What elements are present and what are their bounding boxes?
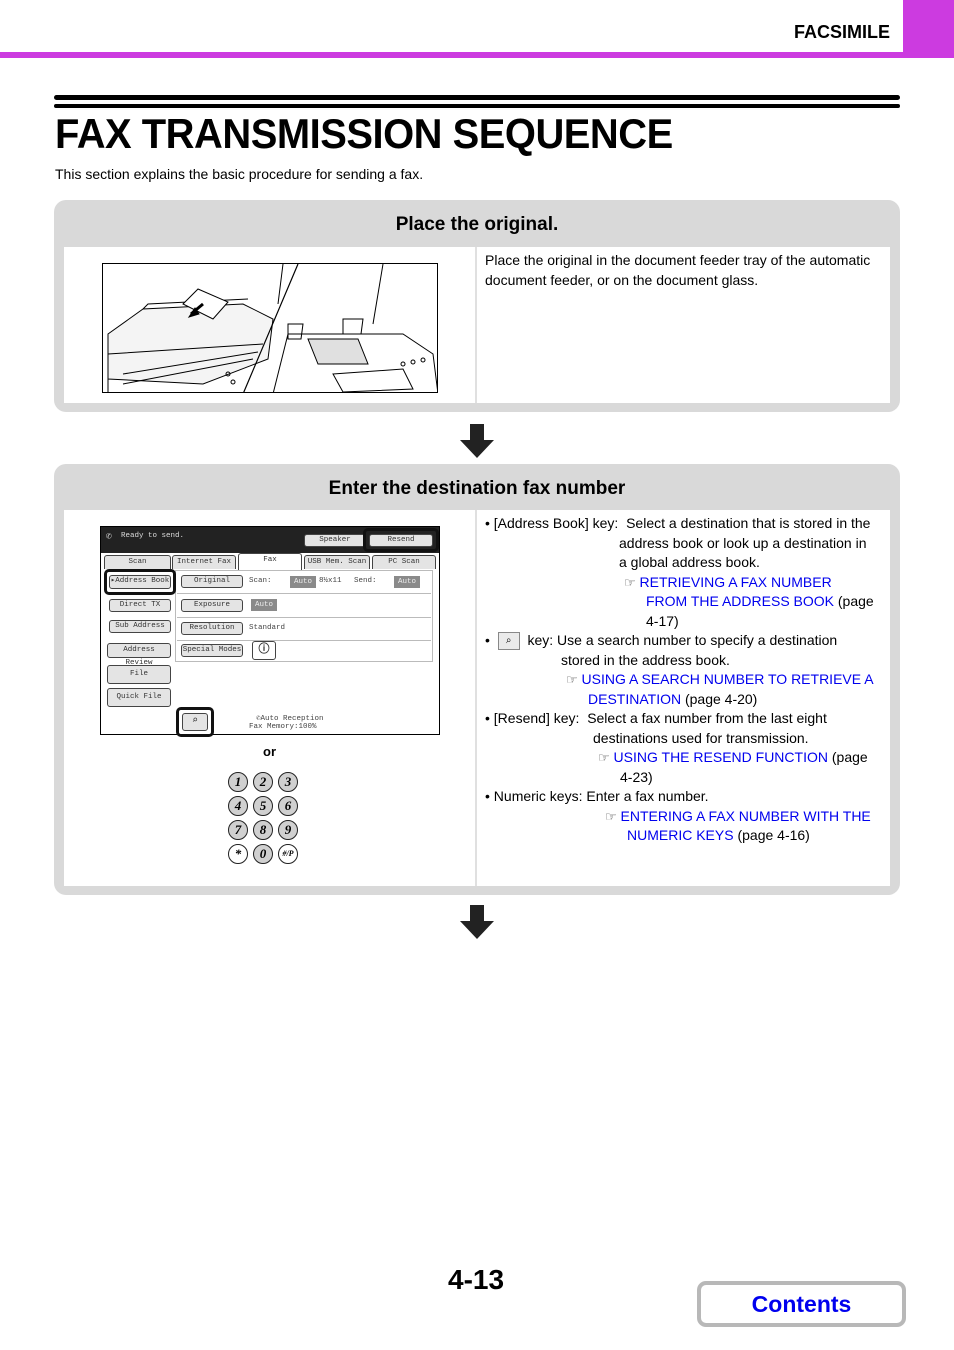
mode-tabs: Scan Internet Fax Fax USB Mem. Scan PC S… <box>101 553 439 570</box>
manual-page: FACSIMILE FAX TRANSMISSION SEQUENCE This… <box>0 0 954 1350</box>
tab-scan[interactable]: Scan <box>104 555 171 569</box>
bullet-key: [Address Book] key: <box>493 515 619 531</box>
original-button[interactable]: Original <box>181 575 243 588</box>
section-label: FACSIMILE <box>793 22 890 42</box>
tab-fax[interactable]: Fax <box>238 553 302 570</box>
fax-touch-panel: ✆ Ready to send. Speaker Resend Scan Int… <box>100 526 440 737</box>
intro-text: This section explains the basic procedur… <box>55 166 424 182</box>
sub-address-button[interactable]: Sub Address <box>109 620 171 633</box>
step-description-text: Place the original in the document feede… <box>485 252 871 288</box>
key-7[interactable]: 7 <box>228 820 248 840</box>
resolution-button[interactable]: Resolution <box>181 622 243 635</box>
step-illustration-cell: ✆ Ready to send. Speaker Resend Scan Int… <box>64 510 477 886</box>
send-label: Send: <box>354 577 377 585</box>
header-tab <box>903 0 954 58</box>
exposure-value: Auto <box>251 599 277 611</box>
step-enter-destination: Enter the destination fax number ✆ Ready… <box>54 464 900 895</box>
step-description: • [Address Book] key: Select a destinati… <box>477 510 890 886</box>
reference-hand-icon: ☞ <box>605 808 617 824</box>
panel-status: Ready to send. <box>121 532 185 540</box>
resolution-value: Standard <box>249 624 286 632</box>
search-key-highlight <box>176 707 214 737</box>
down-arrow-icon <box>460 424 494 458</box>
bullet-key: key: <box>527 632 554 648</box>
bullet-resend: • [Resend] key: Select a fax number from… <box>485 709 882 787</box>
step-title: Enter the destination fax number <box>328 478 626 499</box>
key-asterisk[interactable]: * <box>228 844 248 864</box>
key-9[interactable]: 9 <box>278 820 298 840</box>
auto-reception: ✆Auto Reception <box>256 715 324 723</box>
scan-label: Scan: <box>249 577 272 585</box>
page-title: FAX TRANSMISSION SEQUENCE <box>55 110 673 157</box>
bullet-search-number: • ⌕ key: Use a search number to specify … <box>485 631 882 709</box>
bullet-key: Numeric keys: <box>493 788 583 804</box>
speaker-button[interactable]: Speaker <box>304 534 366 547</box>
divider <box>177 593 431 594</box>
title-rule-bottom <box>54 104 900 108</box>
step-body: ✆ Ready to send. Speaker Resend Scan Int… <box>64 510 890 886</box>
page-ref: (page 4-16) <box>737 827 810 843</box>
down-arrow-icon <box>460 905 494 939</box>
bullet-numeric-keys: • Numeric keys: Enter a fax number. ☞ EN… <box>485 787 882 846</box>
bullet-text: Select a destination that is stored in t… <box>619 515 871 570</box>
key-1[interactable]: 1 <box>228 772 248 792</box>
bullet-text: Use a search number to specify a destina… <box>557 632 838 668</box>
reference: ☞ USING A SEARCH NUMBER TO RETRIEVE A DE… <box>566 670 874 709</box>
address-book-highlight <box>104 569 176 595</box>
fax-memory: Fax Memory:100% <box>249 723 317 731</box>
info-icon[interactable]: ⓘ <box>252 641 276 660</box>
scan-value: Auto <box>290 576 316 588</box>
phone-icon: ✆ <box>106 532 113 543</box>
document-feeder-illustration <box>102 263 438 393</box>
bullet-text: Enter a fax number. <box>586 788 709 804</box>
page-number: 4-13 <box>448 1264 505 1295</box>
key-hash-pause[interactable]: #/P <box>278 844 298 864</box>
key-5[interactable]: 5 <box>253 796 273 816</box>
reference-hand-icon: ☞ <box>624 574 636 590</box>
bullet-address-book: • [Address Book] key: Select a destinati… <box>485 514 882 631</box>
reception-mode: Auto Reception <box>260 715 324 723</box>
key-4[interactable]: 4 <box>228 796 248 816</box>
reference-hand-icon: ☞ <box>598 750 610 765</box>
tab-internet-fax[interactable]: Internet Fax <box>172 555 236 569</box>
step-description: Place the original in the document feede… <box>477 247 890 403</box>
header-band <box>0 52 954 58</box>
key-6[interactable]: 6 <box>278 796 298 816</box>
exposure-button[interactable]: Exposure <box>181 599 243 612</box>
key-2[interactable]: 2 <box>253 772 273 792</box>
direct-tx-button[interactable]: Direct TX <box>109 599 171 612</box>
quick-file-button[interactable]: Quick File <box>107 688 171 707</box>
tab-usb-mem-scan[interactable]: USB Mem. Scan <box>304 555 370 569</box>
reference: ☞ USING THE RESEND FUNCTION (page 4-23) <box>598 748 874 787</box>
divider <box>177 617 431 618</box>
resend-highlight <box>363 528 439 552</box>
divider <box>177 640 431 641</box>
key-8[interactable]: 8 <box>253 820 273 840</box>
step-title: Place the original. <box>395 214 559 235</box>
special-modes-button[interactable]: Special Modes <box>181 644 243 657</box>
link-retrieving-address-book[interactable]: RETRIEVING A FAX NUMBER FROM THE ADDRESS… <box>640 574 834 610</box>
reference-hand-icon: ☞ <box>566 672 578 687</box>
page-ref: (page 4-20) <box>684 690 758 707</box>
address-review-button[interactable]: Address Review <box>107 643 171 667</box>
paper-size: 8½x11 <box>319 577 342 585</box>
key-3[interactable]: 3 <box>278 772 298 792</box>
step-place-original: Place the original. Place the original i… <box>54 200 900 412</box>
link-resend-function[interactable]: USING THE RESEND FUNCTION <box>614 749 828 765</box>
bullet-text: Select a fax number from the last eight … <box>587 710 827 746</box>
send-value: Auto <box>394 576 420 588</box>
file-button[interactable]: File <box>107 665 171 684</box>
step-body: Place the original in the document feede… <box>64 247 890 403</box>
contents-button[interactable]: Contents <box>697 1281 906 1327</box>
reference: ☞ RETRIEVING A FAX NUMBER FROM THE ADDRE… <box>624 573 874 632</box>
title-rule-top <box>54 95 900 100</box>
step-illustration-cell <box>64 247 477 403</box>
reference: ☞ ENTERING A FAX NUMBER WITH THE NUMERIC… <box>605 807 874 846</box>
key-0[interactable]: 0 <box>253 844 273 864</box>
tab-pc-scan[interactable]: PC Scan <box>372 555 436 569</box>
or-label: or <box>263 744 276 759</box>
bullet-key: [Resend] key: <box>493 710 580 726</box>
search-number-key-icon: ⌕ <box>497 632 520 651</box>
